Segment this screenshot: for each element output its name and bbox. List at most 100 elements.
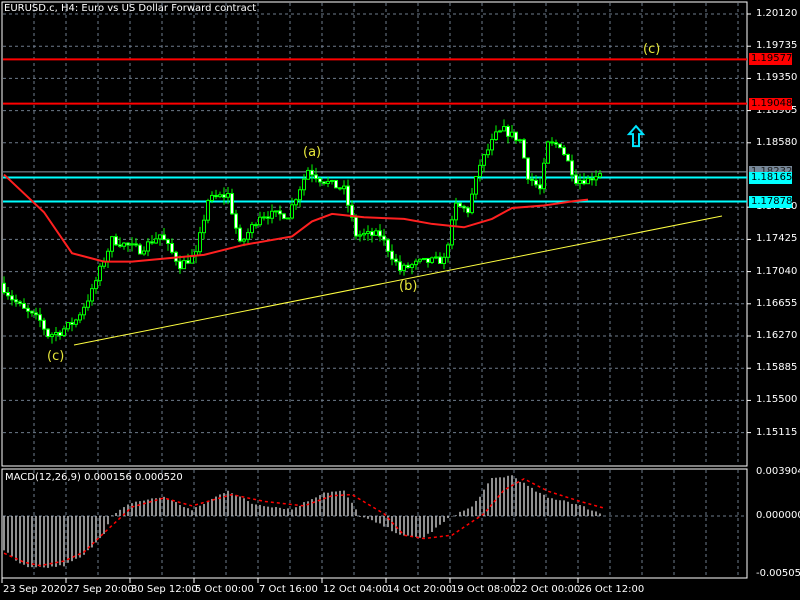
candle-bearish bbox=[522, 139, 526, 159]
candle-bullish bbox=[450, 219, 454, 246]
candle-bearish bbox=[134, 243, 138, 246]
candle-bearish bbox=[566, 153, 570, 162]
macd-title: MACD(12,26,9) 0.000156 0.000520 bbox=[5, 472, 183, 483]
candle-bullish bbox=[90, 288, 94, 302]
candle-bearish bbox=[34, 312, 38, 316]
candle-bullish bbox=[154, 238, 158, 244]
price-axis-label: 1.20120 bbox=[756, 8, 798, 19]
price-axis-label: 1.19350 bbox=[756, 72, 798, 84]
candle-bullish bbox=[226, 193, 230, 198]
candle-bullish bbox=[454, 202, 458, 221]
candle-bullish bbox=[586, 177, 590, 185]
candle-bullish bbox=[482, 154, 486, 166]
time-axis-label: 30 Sep 12:00 bbox=[131, 584, 198, 595]
candle-bullish bbox=[122, 242, 126, 247]
candle-bearish bbox=[590, 177, 594, 181]
candle-bullish bbox=[146, 241, 150, 252]
candle-bullish bbox=[362, 232, 366, 236]
candle-bearish bbox=[426, 257, 430, 263]
candle-bullish bbox=[342, 185, 346, 190]
candle-bearish bbox=[354, 216, 358, 237]
candle-bullish bbox=[410, 264, 414, 268]
candle-bullish bbox=[326, 180, 330, 184]
candle-bearish bbox=[266, 216, 270, 219]
candle-bullish bbox=[490, 139, 494, 151]
candle-bullish bbox=[502, 126, 506, 132]
candle-bullish bbox=[446, 244, 450, 258]
candle-bearish bbox=[534, 179, 538, 186]
candle-bearish bbox=[30, 310, 34, 314]
candle-bearish bbox=[278, 210, 282, 215]
candle-bearish bbox=[118, 244, 122, 247]
candle-bullish bbox=[262, 216, 266, 219]
candle-bearish bbox=[238, 227, 242, 242]
candle-bearish bbox=[514, 131, 518, 141]
price-axis-label: 1.15115 bbox=[756, 426, 798, 438]
candle-bearish bbox=[310, 169, 314, 176]
trendline bbox=[73, 215, 723, 346]
chart-canvas[interactable] bbox=[0, 0, 800, 600]
candle-bearish bbox=[114, 236, 118, 246]
candle-bearish bbox=[42, 319, 46, 330]
candle-bearish bbox=[22, 303, 26, 309]
candle-bearish bbox=[538, 184, 542, 190]
price-axis-label: 1.16655 bbox=[756, 297, 798, 309]
candle-bullish bbox=[366, 231, 370, 234]
candle-bearish bbox=[346, 185, 350, 206]
candle-bullish bbox=[434, 256, 438, 259]
candle-bullish bbox=[50, 334, 54, 338]
candle-bullish bbox=[202, 219, 206, 234]
candle-bullish bbox=[578, 179, 582, 184]
candle-bearish bbox=[162, 234, 166, 241]
price-tag-cyan: 1.18165 bbox=[749, 171, 793, 184]
candle-bullish bbox=[598, 173, 602, 178]
candle-bearish bbox=[230, 193, 234, 215]
candle-bullish bbox=[54, 331, 58, 336]
candle-bullish bbox=[102, 261, 106, 267]
candle-bullish bbox=[86, 300, 90, 308]
candle-bearish bbox=[438, 256, 442, 265]
candle-bullish bbox=[486, 149, 490, 156]
candle-bullish bbox=[206, 200, 210, 221]
candle-bullish bbox=[110, 236, 114, 252]
candle-bullish bbox=[94, 280, 98, 290]
candle-bullish bbox=[474, 175, 478, 195]
candle-bearish bbox=[6, 292, 10, 297]
candle-bearish bbox=[318, 178, 322, 183]
candle-bearish bbox=[466, 207, 470, 214]
candle-bullish bbox=[62, 328, 66, 337]
price-axis-label: 1.17425 bbox=[756, 233, 798, 245]
candle-bearish bbox=[458, 202, 462, 207]
candle-bullish bbox=[246, 232, 250, 240]
candle-bullish bbox=[270, 210, 274, 219]
wave-label: (c) bbox=[643, 41, 661, 57]
candle-bearish bbox=[558, 143, 562, 149]
candle-bullish bbox=[414, 260, 418, 266]
candle-bullish bbox=[330, 179, 334, 182]
candle-bullish bbox=[518, 139, 522, 142]
candle-bullish bbox=[274, 210, 278, 213]
candle-bullish bbox=[242, 238, 246, 242]
candle-bullish bbox=[158, 234, 162, 240]
candle-bullish bbox=[418, 258, 422, 262]
candle-bearish bbox=[378, 230, 382, 237]
candle-bearish bbox=[58, 331, 62, 337]
candle-bearish bbox=[314, 174, 318, 180]
candle-bearish bbox=[150, 241, 154, 244]
candle-bullish bbox=[470, 193, 474, 214]
candle-bearish bbox=[526, 157, 530, 180]
candle-bearish bbox=[254, 224, 258, 227]
candle-bullish bbox=[218, 194, 222, 198]
candle-bullish bbox=[402, 264, 406, 271]
candle-bearish bbox=[386, 239, 390, 252]
candle-bullish bbox=[510, 131, 514, 137]
candle-bullish bbox=[286, 217, 290, 220]
candle-bullish bbox=[78, 314, 82, 321]
price-axis-label: 1.15885 bbox=[756, 362, 798, 374]
price-tag-red: 1.19577 bbox=[749, 53, 793, 66]
candle-bearish bbox=[562, 147, 566, 155]
candle-bearish bbox=[322, 181, 326, 184]
time-axis-label: 26 Oct 12:00 bbox=[579, 584, 645, 595]
time-axis-label: 14 Oct 20:00 bbox=[387, 584, 453, 595]
time-axis-label: 19 Oct 08:00 bbox=[451, 584, 517, 595]
